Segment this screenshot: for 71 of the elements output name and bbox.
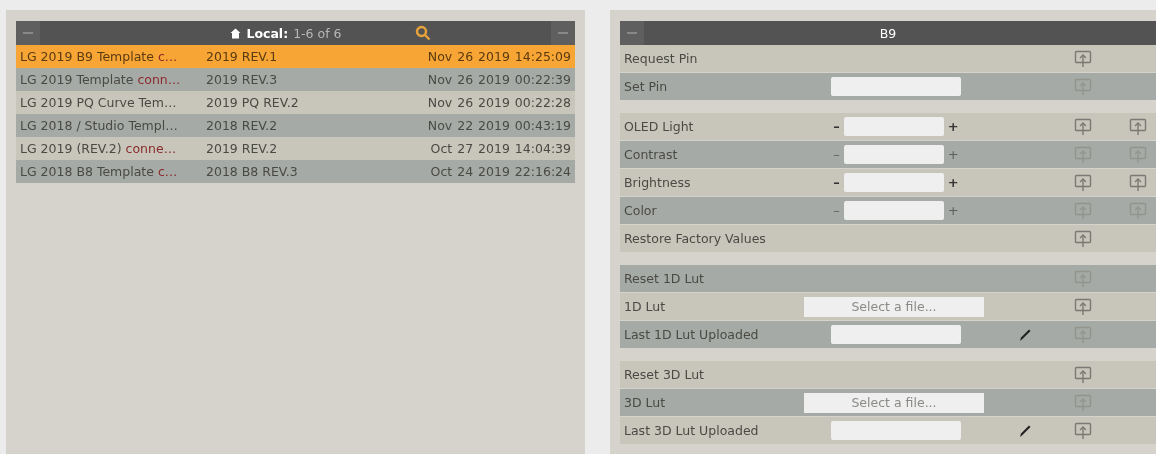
pin-field[interactable] [831, 77, 961, 96]
upload-icon[interactable] [1074, 49, 1092, 68]
template-revision: 2018 B8 REV.3 [206, 164, 299, 179]
template-name: LG 2019 B9 Template c… [20, 49, 179, 64]
uploaded-file-field[interactable] [831, 421, 961, 440]
setting-label: 1D Lut [624, 299, 667, 314]
template-row[interactable]: LG 2018 B8 Template c… 2018 B8 REV.3 Oct 24 2019 22:16:24 [16, 160, 575, 183]
template-date: Nov 22 2019 00:43:19 [426, 118, 571, 133]
template-row[interactable]: LG 2019 Template conn… 2019 REV.3 Nov 26 2019 00:22:39 [16, 68, 575, 91]
minus-icon [558, 31, 568, 35]
upload-icon[interactable] [1129, 173, 1147, 192]
uploaded-file-field[interactable] [831, 325, 961, 344]
template-date: Nov 26 2019 14:25:09 [426, 49, 571, 64]
setting-label: Last 1D Lut Uploaded [624, 327, 760, 342]
template-date: Oct 27 2019 14:04:39 [429, 141, 571, 156]
setting-label: Last 3D Lut Uploaded [624, 423, 760, 438]
collapse-button[interactable] [16, 21, 40, 45]
upload-icon[interactable] [1074, 229, 1092, 248]
template-name: LG 2019 Template conn… [20, 72, 182, 87]
value-field[interactable] [843, 173, 944, 192]
template-row[interactable]: LG 2018 / Studio Templ… 2018 REV.2 Nov 22 2019 00:43:19 [16, 114, 575, 137]
decrement-button[interactable]: – [831, 119, 842, 134]
setting-label: 3D Lut [624, 395, 667, 410]
template-row[interactable]: LG 2019 B9 Template c… 2019 REV.1 Nov 26 2019 14:25:09 [16, 45, 575, 68]
collapse-button[interactable] [551, 21, 575, 45]
template-revision: 2019 REV.2 [206, 141, 279, 156]
setting-label: OLED Light [624, 119, 695, 134]
increment-button[interactable]: + [945, 175, 961, 190]
decrement-button[interactable]: – [831, 175, 842, 190]
value-field[interactable] [843, 145, 944, 164]
setting-label: Contrast [624, 147, 679, 162]
pencil-icon[interactable] [1018, 327, 1032, 342]
upload-icon[interactable] [1074, 421, 1092, 440]
setting-label: Set Pin [624, 79, 669, 94]
template-date: Nov 26 2019 00:22:39 [426, 72, 571, 87]
search-icon[interactable] [414, 25, 431, 41]
template-revision: 2019 REV.1 [206, 49, 279, 64]
template-date: Nov 26 2019 00:22:28 [426, 95, 571, 110]
value-field[interactable] [843, 201, 944, 220]
increment-button[interactable]: + [945, 119, 961, 134]
template-revision: 2019 REV.3 [206, 72, 279, 87]
upload-icon[interactable] [1074, 297, 1092, 316]
upload-icon[interactable] [1074, 365, 1092, 384]
result-count: 1-6 of 6 [293, 25, 342, 41]
home-icon [230, 27, 242, 39]
setting-label: Reset 3D Lut [624, 367, 705, 382]
upload-icon[interactable] [1074, 117, 1092, 136]
minus-icon [23, 31, 33, 35]
upload-icon[interactable] [1074, 173, 1092, 192]
setting-label: Reset 1D Lut [624, 271, 705, 286]
template-name: LG 2019 (REV.2) conne… [20, 141, 178, 156]
template-name: LG 2019 PQ Curve Tem… [20, 95, 178, 110]
source-label: Local: [246, 25, 289, 41]
upload-icon[interactable] [1129, 117, 1147, 136]
template-revision: 2019 PQ REV.2 [206, 95, 300, 110]
value-field[interactable] [843, 117, 944, 136]
panel-title: B9 [878, 25, 898, 41]
setting-label: Request Pin [624, 51, 699, 66]
setting-label: Restore Factory Values [624, 231, 767, 246]
pencil-icon[interactable] [1018, 423, 1032, 438]
setting-label: Color [624, 203, 658, 218]
template-name: LG 2018 / Studio Templ… [20, 118, 179, 133]
template-row[interactable]: LG 2019 (REV.2) conne… 2019 REV.2 Oct 27 2019 14:04:39 [16, 137, 575, 160]
template-row[interactable]: LG 2019 PQ Curve Tem… 2019 PQ REV.2 Nov 26 2019 00:22:28 [16, 91, 575, 114]
minus-icon [627, 31, 637, 35]
collapse-button[interactable] [620, 21, 644, 45]
setting-label: Brightness [624, 175, 692, 190]
template-date: Oct 24 2019 22:16:24 [429, 164, 571, 179]
select-file-button[interactable]: Select a file... [804, 296, 984, 317]
template-name: LG 2018 B8 Template c… [20, 164, 179, 179]
template-revision: 2018 REV.2 [206, 118, 279, 133]
